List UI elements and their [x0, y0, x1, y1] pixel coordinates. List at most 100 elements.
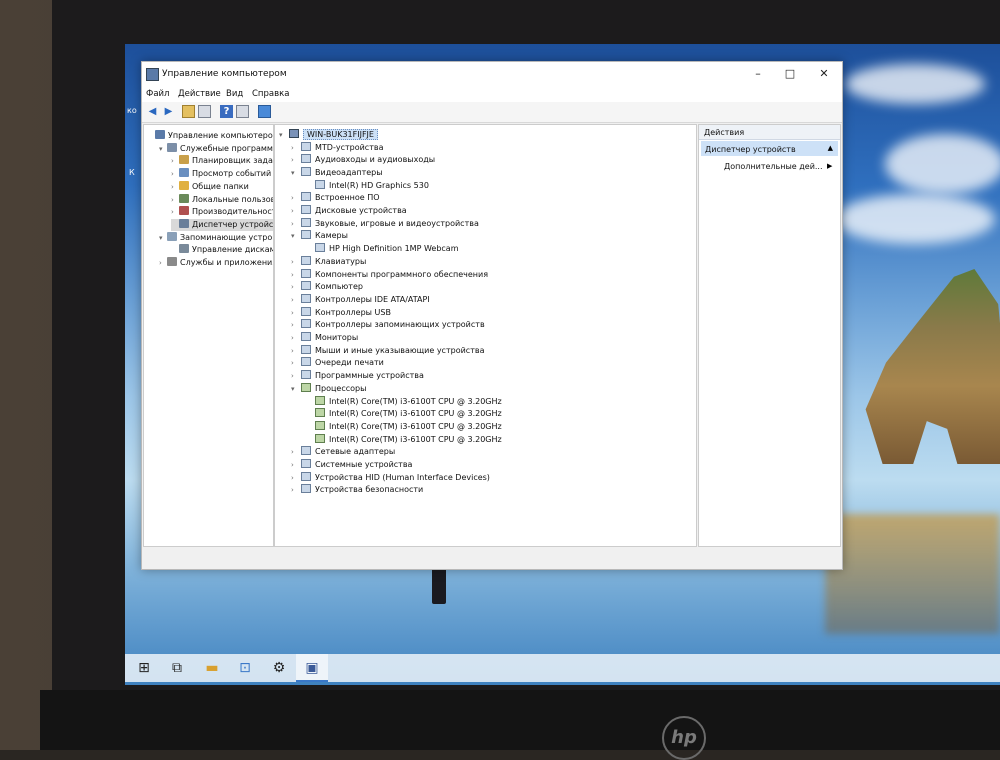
minimize-button[interactable]: – — [742, 64, 774, 84]
expand-right-icon[interactable]: › — [291, 321, 301, 329]
device-item[interactable]: Intel(R) Core(TM) i3-6100T CPU @ 3.20GHz — [305, 408, 502, 420]
monitor-icon[interactable] — [258, 105, 271, 118]
device-category[interactable]: ▾ Камеры — [291, 230, 348, 242]
device-root[interactable]: ▾ WIN-BUK31FIJFJE — [279, 129, 378, 141]
maximize-button[interactable]: □ — [774, 64, 806, 84]
expand-right-icon[interactable]: › — [291, 194, 301, 202]
title-bar[interactable]: Управление компьютером – □ ✕ — [142, 62, 842, 86]
back-arrow-icon[interactable]: ◀ — [146, 105, 159, 118]
device-category[interactable]: › Очереди печати — [291, 357, 384, 369]
collapse-caret-icon[interactable]: ▲ — [828, 144, 833, 152]
tree-item[interactable]: › Планировщик заданий — [171, 155, 273, 167]
tree-node-icon — [179, 206, 189, 216]
expand-down-icon[interactable]: ▾ — [159, 145, 167, 153]
expand-down-icon[interactable]: ▾ — [159, 234, 167, 242]
device-item[interactable]: Intel(R) Core(TM) i3-6100T CPU @ 3.20GHz — [305, 420, 502, 433]
device-category[interactable]: › Дисковые устройства — [291, 205, 407, 217]
task-view-icon[interactable]: ⧉ — [168, 659, 186, 677]
tree-item-label: Управление компьютером (л — [168, 131, 274, 140]
expand-right-icon[interactable]: › — [291, 258, 301, 266]
expand-right-icon[interactable]: › — [291, 144, 301, 152]
expand-down-icon[interactable]: ▾ — [279, 131, 289, 139]
device-category[interactable]: › Устройства безопасности — [291, 484, 423, 496]
device-category[interactable]: › Контроллеры запоминающих устройств — [291, 319, 485, 331]
store-icon[interactable]: ⊡ — [236, 659, 254, 677]
device-item[interactable]: HP High Definition 1MP Webcam — [305, 243, 459, 255]
expand-right-icon[interactable]: › — [171, 208, 179, 216]
device-category[interactable]: › Мыши и иные указывающие устройства — [291, 344, 484, 357]
expand-right-icon[interactable]: › — [291, 296, 301, 304]
device-item[interactable]: Intel(R) Core(TM) i3-6100T CPU @ 3.20GHz — [305, 395, 502, 408]
tree-item[interactable]: › Локальные пользовато — [171, 193, 273, 206]
device-label: Программные устройства — [315, 371, 424, 381]
expand-down-icon[interactable]: ▾ — [291, 385, 301, 393]
device-category[interactable]: ▾ Видеоадаптеры — [291, 166, 383, 179]
tree-item[interactable]: › Производительность — [171, 206, 273, 218]
device-item[interactable]: Intel(R) HD Graphics 530 — [305, 179, 429, 192]
windows-start-icon[interactable]: ⊞ — [135, 659, 153, 677]
device-category[interactable]: › Контроллеры IDE ATA/ATAPI — [291, 293, 430, 306]
device-category[interactable]: › Сетевые адаптеры — [291, 446, 395, 458]
device-category[interactable]: › Программные устройства — [291, 370, 424, 382]
menu-action[interactable]: Действие — [178, 89, 221, 99]
forward-arrow-icon[interactable]: ▶ — [162, 105, 175, 118]
panel-icon[interactable] — [236, 105, 249, 118]
folder-icon[interactable] — [182, 105, 195, 118]
expand-right-icon[interactable]: › — [171, 157, 179, 165]
device-icon — [301, 205, 311, 214]
expand-right-icon[interactable]: › — [291, 347, 301, 355]
expand-right-icon[interactable]: › — [291, 372, 301, 380]
device-category[interactable]: › Компьютер — [291, 281, 363, 293]
device-category[interactable]: › Контроллеры USB — [291, 306, 391, 319]
tree-item[interactable]: ▾ Служебные программы — [159, 142, 273, 155]
expand-right-icon[interactable]: › — [291, 448, 301, 456]
device-category[interactable]: › Встроенное ПО — [291, 192, 380, 204]
expand-right-icon[interactable]: › — [171, 196, 179, 204]
device-category[interactable]: › Компоненты программного обеспечения — [291, 268, 488, 281]
device-category[interactable]: › Звуковые, игровые и видеоустройства — [291, 217, 479, 230]
settings-gear-icon[interactable]: ⚙ — [270, 659, 288, 677]
device-category[interactable]: › Аудиовходы и аудиовыходы — [291, 154, 435, 166]
expand-right-icon[interactable]: › — [171, 183, 179, 191]
help-icon[interactable]: ? — [220, 105, 233, 118]
expand-right-icon[interactable]: › — [291, 309, 301, 317]
expand-right-icon[interactable]: › — [171, 170, 179, 178]
tree-item[interactable]: Управление компьютером (л — [147, 130, 274, 142]
tree-item[interactable]: › Просмотр событий — [171, 168, 271, 180]
expand-down-icon[interactable]: ▾ — [291, 169, 301, 177]
file-explorer-icon[interactable]: ▬ — [203, 659, 221, 677]
computer-management-icon[interactable]: ▣ — [303, 659, 321, 677]
expand-right-icon[interactable]: › — [291, 207, 301, 215]
device-category[interactable]: › MTD-устройства — [291, 141, 383, 154]
close-button[interactable]: ✕ — [808, 64, 840, 84]
more-actions-link[interactable]: Дополнительные дей... — [724, 162, 823, 171]
menu-file[interactable]: Файл — [146, 89, 169, 99]
expand-right-icon[interactable]: › — [291, 156, 301, 164]
tree-item[interactable]: › Общие папки — [171, 180, 249, 193]
device-category[interactable]: › Системные устройства — [291, 459, 412, 471]
tree-item[interactable]: ▾ Запоминающие устройст — [159, 231, 273, 244]
expand-right-icon[interactable]: › — [291, 359, 301, 367]
tree-item[interactable]: Диспетчер устройств — [171, 218, 273, 231]
expand-right-icon[interactable]: › — [291, 461, 301, 469]
device-category[interactable]: › Мониторы — [291, 332, 358, 344]
device-item[interactable]: Intel(R) Core(TM) i3-6100T CPU @ 3.20GHz — [305, 433, 502, 446]
actions-section-device-manager[interactable]: Диспетчер устройств ▲ — [701, 141, 838, 156]
menu-view[interactable]: Вид — [226, 89, 243, 99]
submenu-arrow-icon[interactable]: ▶ — [827, 162, 832, 170]
expand-right-icon[interactable]: › — [291, 486, 301, 494]
expand-right-icon[interactable]: › — [291, 334, 301, 342]
expand-right-icon[interactable]: › — [291, 220, 301, 228]
device-category[interactable]: › Устройства HID (Human Interface Devices… — [291, 471, 490, 484]
device-category[interactable]: ▾ Процессоры — [291, 382, 366, 395]
expand-right-icon[interactable]: › — [159, 259, 167, 267]
device-category[interactable]: › Клавиатуры — [291, 255, 366, 268]
tree-item[interactable]: › Службы и приложения — [159, 257, 273, 269]
expand-right-icon[interactable]: › — [291, 283, 301, 291]
expand-right-icon[interactable]: › — [291, 474, 301, 482]
menu-help[interactable]: Справка — [252, 89, 289, 99]
expand-down-icon[interactable]: ▾ — [291, 232, 301, 240]
properties-icon[interactable] — [198, 105, 211, 118]
expand-right-icon[interactable]: › — [291, 271, 301, 279]
tree-item[interactable]: Управление дисками — [171, 244, 273, 256]
